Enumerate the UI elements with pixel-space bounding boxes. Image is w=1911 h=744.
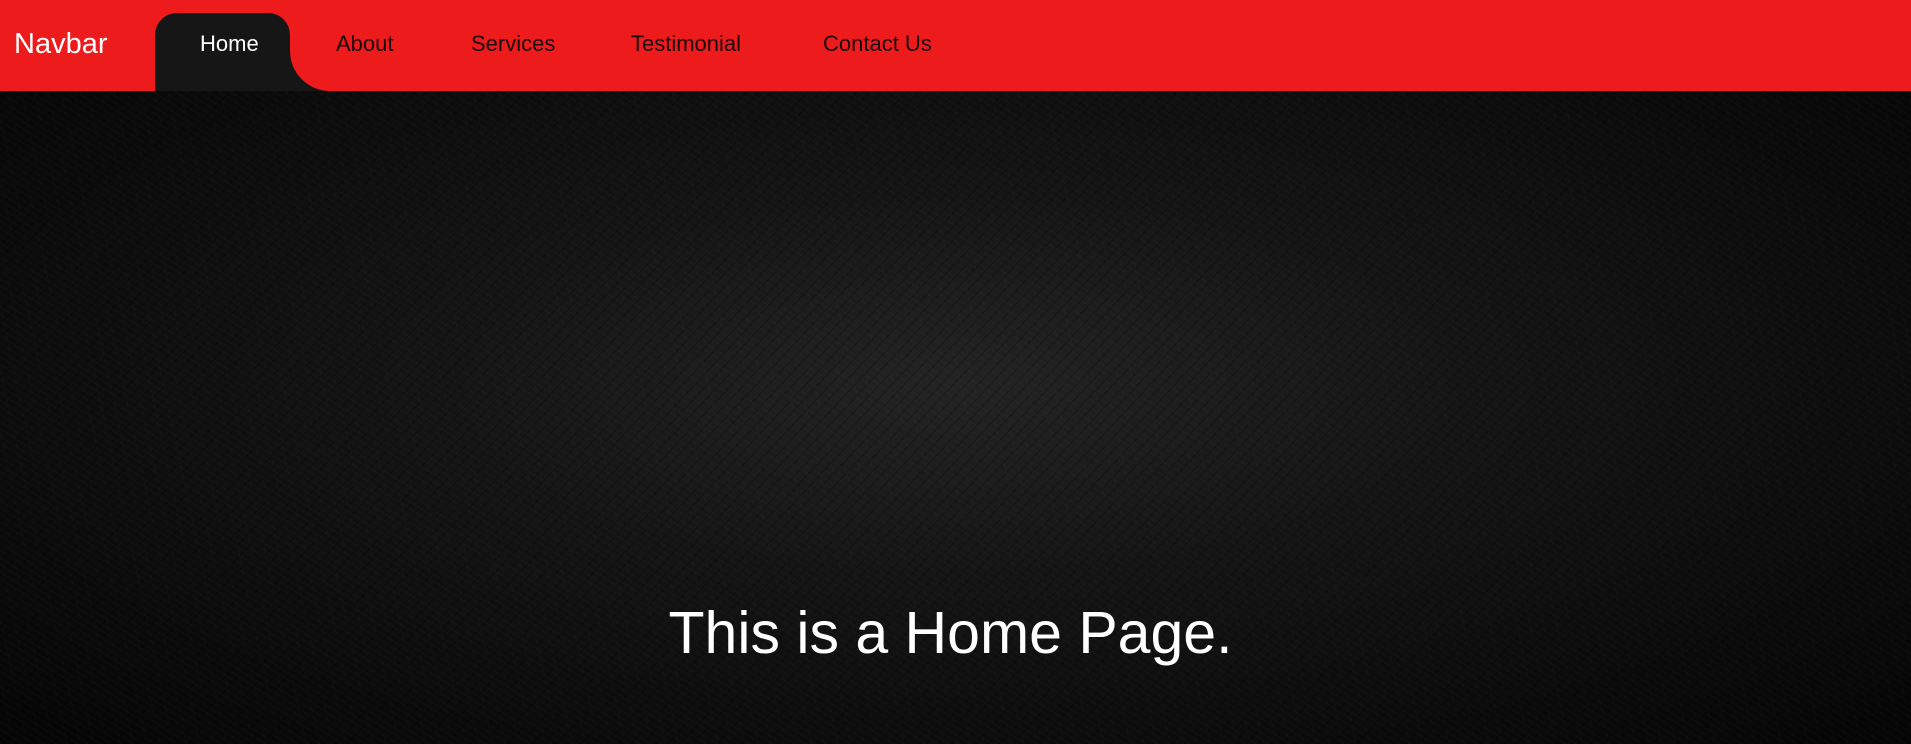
nav-link-about[interactable]: About (336, 31, 394, 57)
navbar: Navbar Home About Services Testimonial C… (0, 0, 1911, 91)
nav-link-home[interactable]: Home (200, 31, 259, 57)
nav-link-testimonial[interactable]: Testimonial (631, 31, 741, 57)
navbar-brand[interactable]: Navbar (14, 27, 108, 61)
hero-section: This is a Home Page. (0, 91, 1911, 744)
active-tab-curve (290, 13, 330, 91)
nav-link-contact-us[interactable]: Contact Us (823, 31, 932, 57)
hero-title: This is a Home Page. (668, 600, 1233, 666)
nav-link-services[interactable]: Services (471, 31, 555, 57)
page: Navbar Home About Services Testimonial C… (0, 0, 1911, 744)
